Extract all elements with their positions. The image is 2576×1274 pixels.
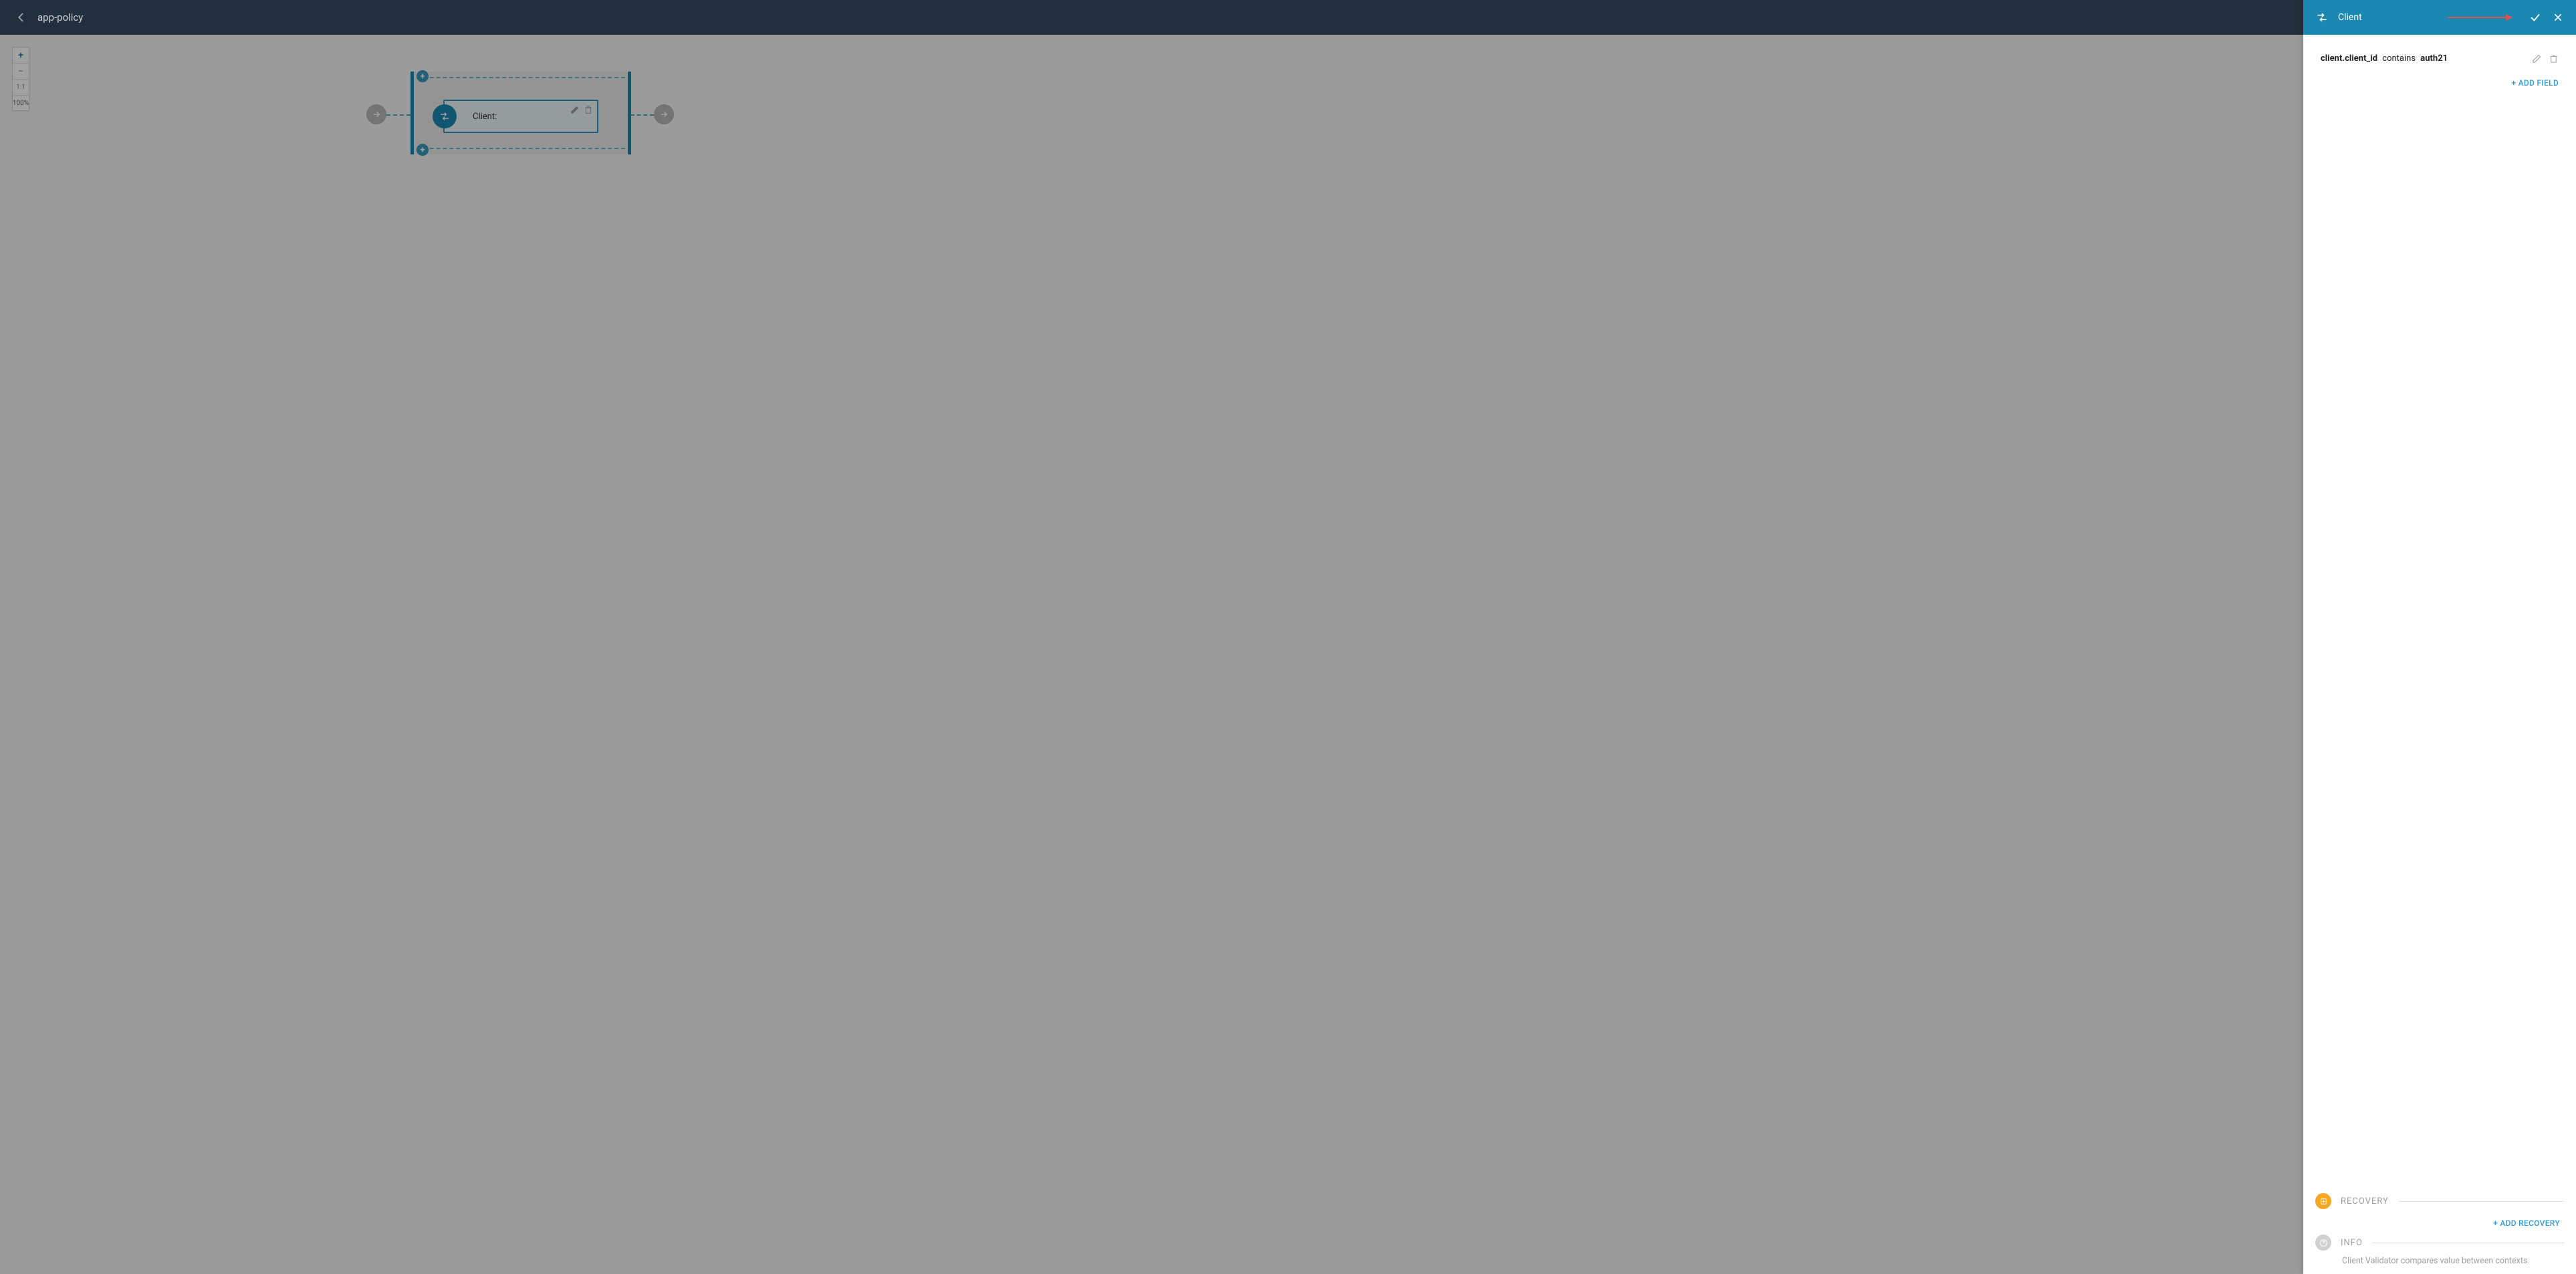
flow-diagram: + + Client: [366, 55, 681, 138]
app-header: app-policy [0, 0, 2576, 35]
condition-row: client.client_id contains auth21 [2321, 54, 2559, 64]
flow-stage: + + Client: [411, 72, 631, 154]
annotation-arrow [2448, 17, 2512, 18]
connector-line [630, 114, 654, 116]
panel-footer: RECOVERY + ADD RECOVERY INFO Client Vali… [2303, 1189, 2576, 1274]
stage-top-line [417, 77, 625, 78]
panel-body: client.client_id contains auth21 + ADD F… [2303, 35, 2576, 1189]
pencil-icon[interactable] [570, 105, 580, 114]
client-node-label: Client: [473, 112, 497, 122]
zoom-fit-button[interactable]: 1:1 [13, 80, 29, 96]
client-node[interactable]: Client: [443, 100, 598, 133]
confirm-button[interactable] [2527, 9, 2544, 26]
zoom-out-button[interactable]: − [13, 64, 29, 80]
info-text: Client Validator compares value between … [2315, 1251, 2564, 1266]
arrow-left-icon [15, 11, 27, 23]
recovery-section: RECOVERY [2303, 1189, 2576, 1213]
divider [2398, 1201, 2564, 1202]
zoom-toolbar: + − 1:1 100% [12, 47, 29, 111]
add-below-button[interactable]: + [417, 144, 429, 156]
swap-icon [2315, 11, 2329, 24]
condition-text: client.client_id contains auth21 [2321, 54, 2448, 64]
arrow-right-icon [659, 110, 669, 119]
close-button[interactable] [2549, 9, 2567, 26]
client-node-icon [433, 104, 457, 128]
plus-square-icon [2319, 1197, 2328, 1206]
trash-icon[interactable] [584, 105, 593, 114]
side-panel: Client client.client_id contains auth21 … [2303, 0, 2576, 1274]
panel-title: Client [2338, 12, 2362, 23]
condition-op: contains [2379, 54, 2418, 64]
overlay-dim [0, 35, 2576, 1274]
question-icon [2319, 1239, 2328, 1247]
node-actions [570, 105, 593, 114]
condition-value: auth21 [2420, 54, 2448, 64]
connector-line [386, 114, 411, 116]
zoom-in-button[interactable]: + [13, 47, 29, 64]
back-button[interactable] [12, 8, 31, 27]
info-section: INFO Client Validator compares value bet… [2303, 1231, 2576, 1270]
close-icon [2553, 12, 2563, 23]
add-recovery-button[interactable]: + ADD RECOVERY [2303, 1213, 2576, 1231]
add-field-button[interactable]: + ADD FIELD [2321, 78, 2559, 88]
pencil-icon[interactable] [2532, 54, 2542, 64]
swap-icon [439, 110, 451, 122]
recovery-label: RECOVERY [2341, 1196, 2389, 1206]
info-icon [2315, 1235, 2331, 1251]
panel-icon [2313, 8, 2331, 27]
condition-actions [2532, 54, 2559, 64]
trash-icon[interactable] [2549, 54, 2559, 64]
condition-field: client.client_id [2321, 54, 2377, 64]
panel-header: Client [2303, 0, 2576, 35]
check-icon [2529, 11, 2541, 23]
flow-end-node[interactable] [654, 104, 674, 124]
add-above-button[interactable]: + [417, 70, 429, 82]
flow-start-node[interactable] [366, 104, 386, 124]
info-label: INFO [2341, 1238, 2363, 1248]
zoom-percent: 100% [13, 96, 29, 110]
arrow-right-icon [372, 110, 381, 119]
stage-bottom-line [417, 148, 625, 149]
canvas[interactable]: + − 1:1 100% + + Client: [0, 35, 2576, 1274]
recovery-icon [2315, 1193, 2331, 1209]
page-title: app-policy [37, 11, 83, 23]
